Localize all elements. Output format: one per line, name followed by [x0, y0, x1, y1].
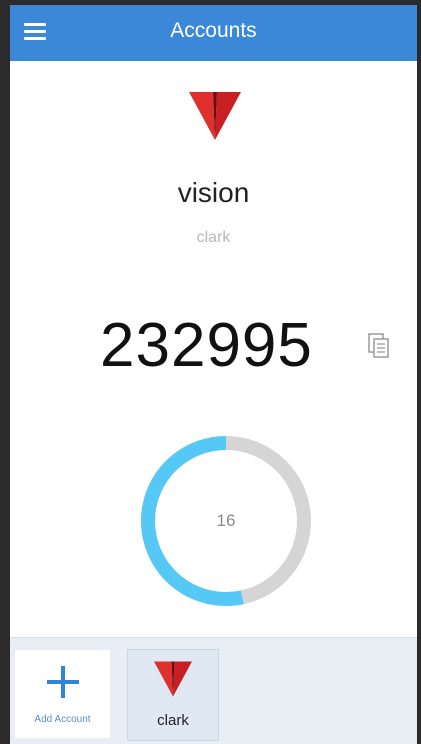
add-account-label: Add Account	[34, 714, 91, 725]
account-tile-label: clark	[157, 712, 189, 729]
red-v-logo	[154, 661, 192, 697]
account-tile-clark[interactable]: clark	[127, 649, 219, 741]
account-issuer: vision	[177, 177, 250, 208]
countdown-seconds: 16	[216, 511, 236, 530]
red-v-logo	[189, 92, 241, 140]
account-tile-bar: Add Account clark	[10, 637, 417, 744]
app-screen: Accounts vision clark 232995 16 Add Acco…	[10, 5, 417, 744]
app-header: Accounts	[10, 5, 417, 61]
add-account-button[interactable]: Add Account	[15, 650, 110, 738]
page-title: Accounts	[170, 19, 257, 42]
account-username: clark	[196, 229, 231, 246]
copy-clipboard-icon[interactable]	[368, 333, 390, 359]
otp-code: 232995	[100, 311, 313, 380]
plus-icon	[47, 666, 79, 698]
